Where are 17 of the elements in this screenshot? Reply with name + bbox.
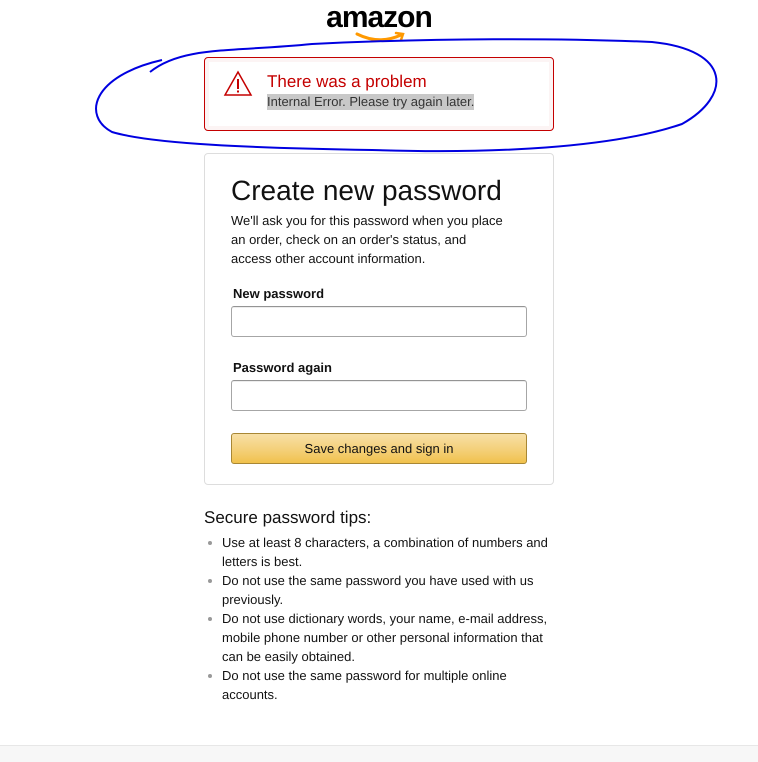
smile-arrow-icon (354, 31, 407, 43)
tip-text: Do not use dictionary words, your name, e-mail address, mobile phone number or other personal information that can be easily obtained. (222, 610, 548, 666)
password-field[interactable] (231, 306, 527, 337)
password-field[interactable] (231, 380, 527, 411)
save-button[interactable]: Save changes and sign in (231, 433, 527, 464)
alert-title: There was a problem (267, 71, 428, 93)
logo: amazon (326, 1, 432, 35)
field-label: Password again (232, 359, 333, 377)
tip-text: Do not use the same password for multiple online accounts. (222, 667, 508, 704)
form-description: We'll ask you for this password when you place an order, check on an order's status, and access other account information. (231, 212, 504, 268)
warning-icon (223, 70, 253, 97)
field-label: New password (232, 285, 326, 303)
tip-text: Do not use the same password you have used with us previously. (222, 572, 534, 609)
form-title: Create new password (231, 174, 503, 208)
tips-title: Secure password tips: (204, 507, 372, 529)
alert-message: Internal Error. Please try again later. (267, 94, 474, 110)
tip-text: Use at least 8 characters, a combination of numbers and letters is best. (222, 534, 549, 571)
